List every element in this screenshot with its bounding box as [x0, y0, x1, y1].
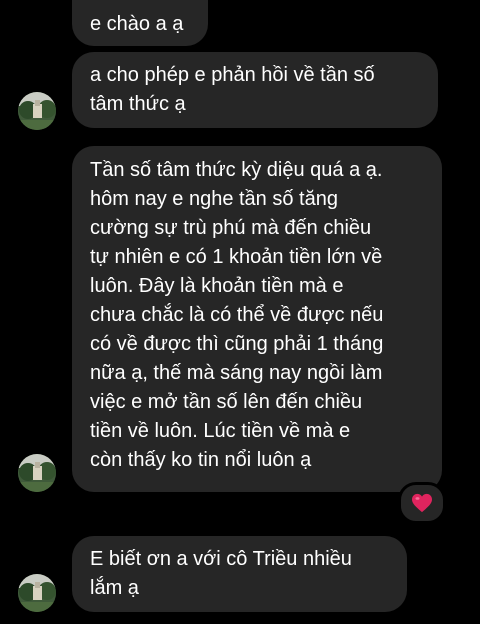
avatar-image: [18, 454, 56, 492]
sender-avatar[interactable]: [18, 92, 56, 130]
message-text: nữa ạ, thế mà sáng nay ngồi làm: [90, 362, 383, 384]
message-bubble[interactable]: a cho phép e phản hồi về tần số tâm thức…: [72, 52, 438, 128]
heart-icon: [412, 493, 432, 513]
message-text: luôn. Đây là khoản tiền mà e: [90, 275, 344, 297]
message-text: tâm thức ạ: [90, 93, 186, 115]
message-text: E biết ơn a với cô Triều nhiều: [90, 548, 352, 570]
message-text: việc e mở tần số lên đến chiều: [90, 391, 363, 413]
message-bubble[interactable]: Tần số tâm thức kỳ diệu quá a ạ. hôm nay…: [72, 146, 442, 492]
reaction-badge[interactable]: [398, 482, 446, 524]
message-text: tiền về luôn. Lúc tiền về mà e: [90, 420, 351, 442]
sender-avatar[interactable]: [18, 574, 56, 612]
message-text: e chào a ạ: [90, 13, 184, 35]
sender-avatar[interactable]: [18, 454, 56, 492]
message-bubble[interactable]: e chào a ạ: [72, 0, 208, 46]
avatar-image: [18, 92, 56, 130]
message-text: tự nhiên e có 1 khoản tiền lớn về: [90, 246, 383, 268]
message-text: hôm nay e nghe tần số tăng: [90, 188, 338, 210]
message-text: a cho phép e phản hồi về tần số: [90, 64, 375, 86]
message-text: còn thấy ko tin nổi luôn ạ: [90, 449, 312, 471]
message-bubble[interactable]: E biết ơn a với cô Triều nhiều lắm ạ: [72, 536, 407, 612]
message-text: cường sự trù phú mà đến chiều: [90, 217, 372, 239]
message-text: có về được thì cũng phải 1 tháng: [90, 333, 384, 355]
avatar-image: [18, 574, 56, 612]
message-text: lắm ạ: [90, 577, 139, 599]
message-text: Tần số tâm thức kỳ diệu quá a ạ.: [90, 159, 383, 181]
message-text: chưa chắc là có thể về được nếu: [90, 304, 384, 326]
